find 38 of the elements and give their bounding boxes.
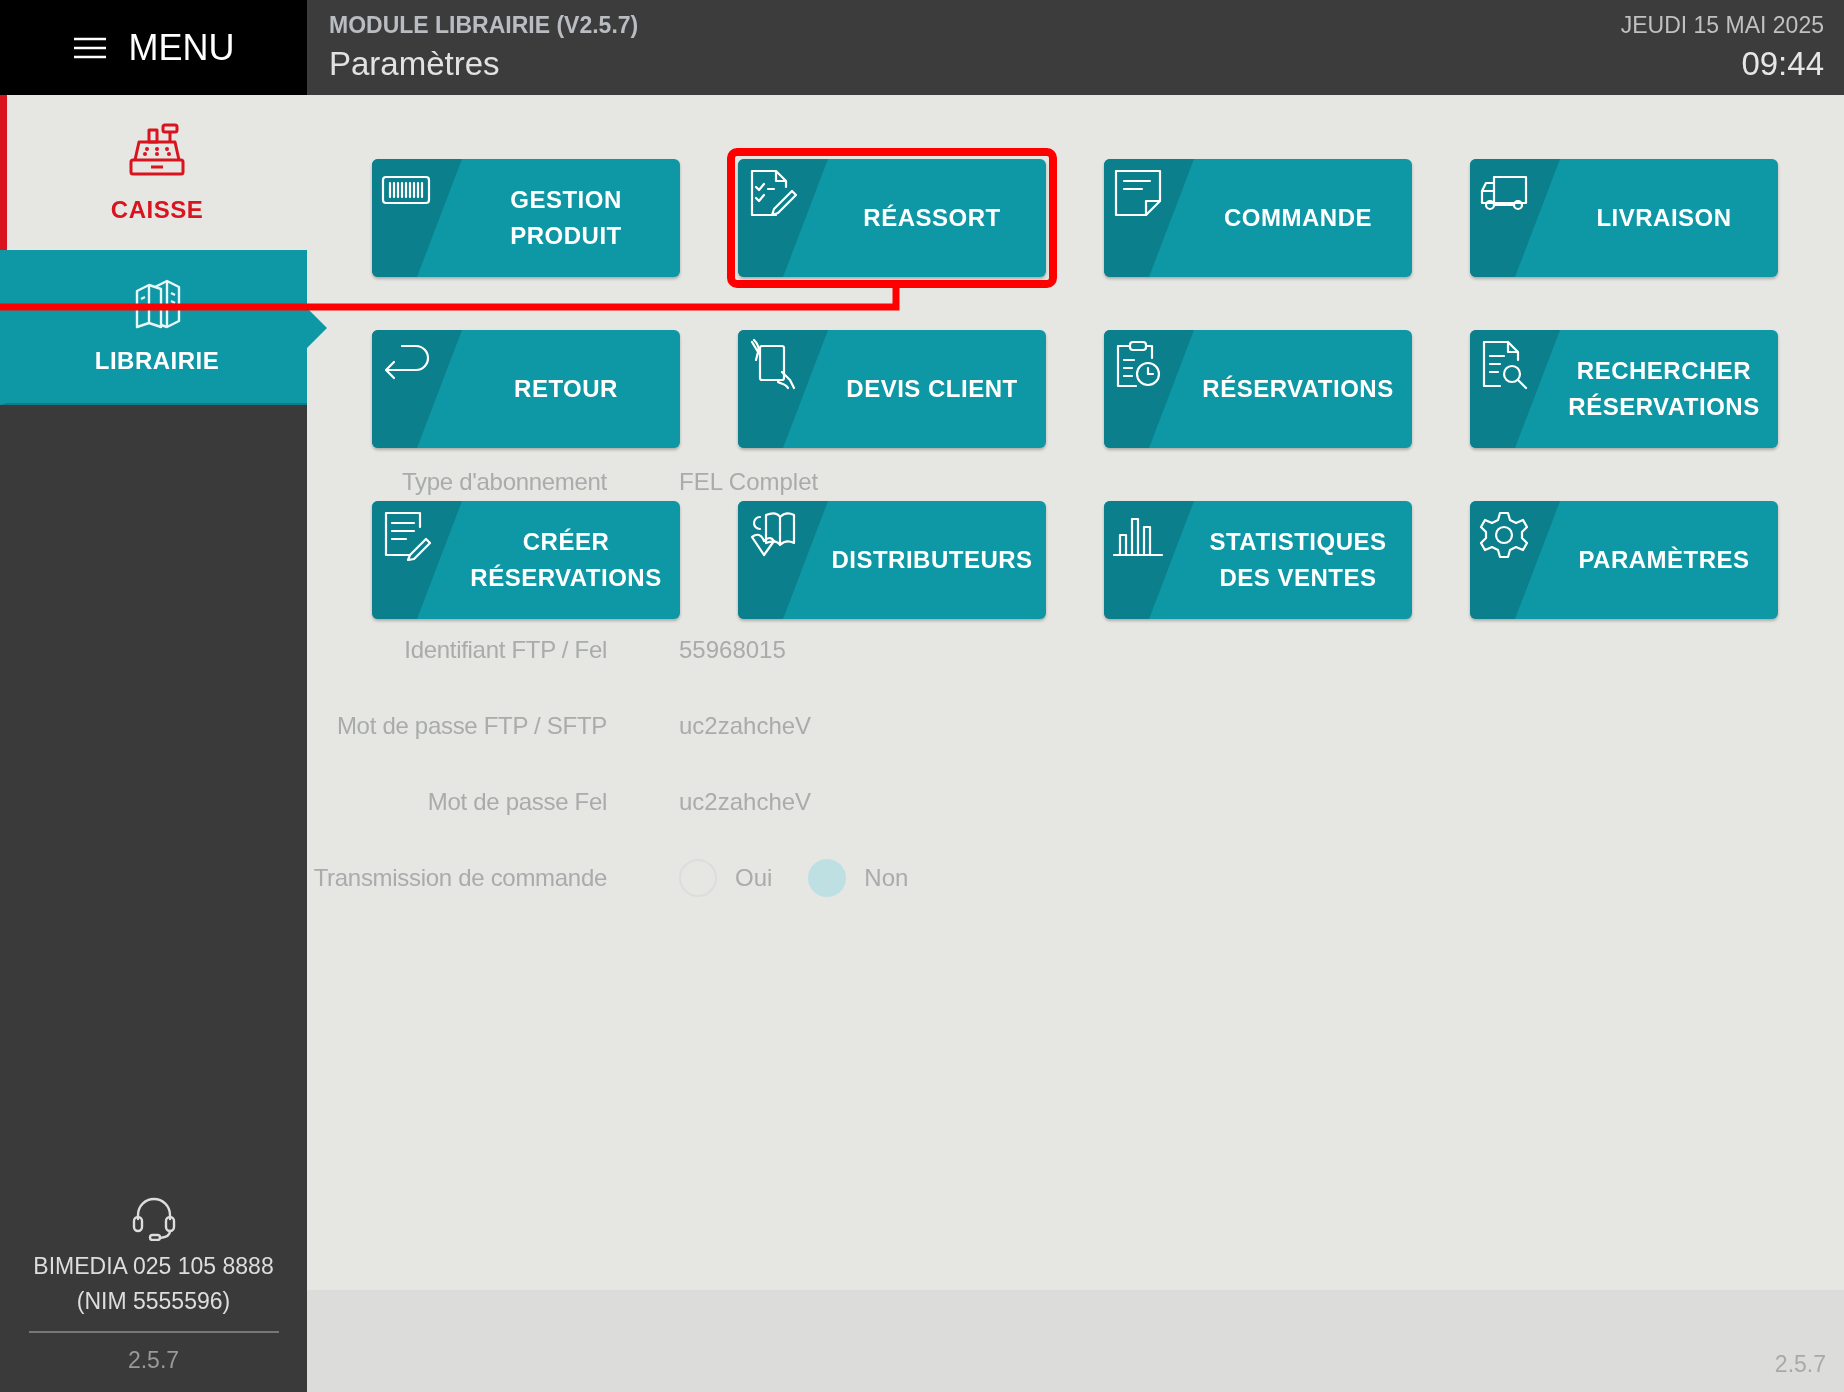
menu-button[interactable]: MENU: [72, 26, 235, 69]
menu-icon: [72, 35, 107, 60]
menu-tile[interactable]: PARAMÈTRES: [1470, 501, 1778, 619]
selection-pointer: [307, 308, 327, 348]
field-value: uc2zahcheV: [679, 711, 812, 741]
field-value: uc2zahcheV: [679, 787, 812, 817]
field-value: FEL Complet: [679, 467, 819, 497]
field-value: 55968015: [679, 635, 786, 665]
support-contact: BIMEDIA 025 105 8888 (NIM 5555596): [33, 1252, 274, 1316]
menu-tile[interactable]: STATISTIQUES DES VENTES: [1104, 501, 1412, 619]
note-icon: [1112, 167, 1164, 219]
menu-tile[interactable]: RECHERCHER RÉSERVATIONS: [1470, 330, 1778, 448]
menu-tile[interactable]: RÉASSORT: [738, 159, 1046, 277]
menu-tile[interactable]: RÉSERVATIONS: [1104, 330, 1412, 448]
version-label: 2.5.7: [127, 1347, 180, 1374]
field-label: Transmission de commande: [312, 863, 607, 893]
field-label: Mot de passe FTP / SFTP: [335, 711, 607, 741]
field-label: Type d'abonnement: [401, 467, 607, 497]
field-label: Mot de passe Fel: [426, 787, 607, 817]
menu-tile[interactable]: CRÉER RÉSERVATIONS: [372, 501, 680, 619]
time-label: 09:44: [1741, 45, 1824, 83]
module-title: MODULE LIBRAIRIE (V2.5.7): [329, 12, 639, 39]
radio-label: Non: [864, 863, 909, 893]
cash-register-icon: [127, 121, 187, 178]
menu-tile[interactable]: RETOUR: [372, 330, 680, 448]
date-label: JEUDI 15 MAI 2025: [1620, 12, 1824, 39]
field-label: Identifiant FTP / Fel: [403, 635, 607, 665]
menu-tile[interactable]: COMMANDE: [1104, 159, 1412, 277]
sidebar-item[interactable]: LIBRAIRIE: [0, 250, 307, 405]
menu-tile[interactable]: GESTION PRODUIT: [372, 159, 680, 277]
menu-tile[interactable]: DEVIS CLIENT: [738, 330, 1046, 448]
settings-icon: [1478, 509, 1530, 561]
page-title: Paramètres: [329, 45, 501, 83]
menu-tile[interactable]: LIVRAISON: [1470, 159, 1778, 277]
menu-tile[interactable]: DISTRIBUTEURS: [738, 501, 1046, 619]
radio-label: Oui: [735, 863, 773, 893]
sidebar-item[interactable]: CAISSE: [0, 95, 307, 250]
radio-button[interactable]: [808, 859, 847, 897]
